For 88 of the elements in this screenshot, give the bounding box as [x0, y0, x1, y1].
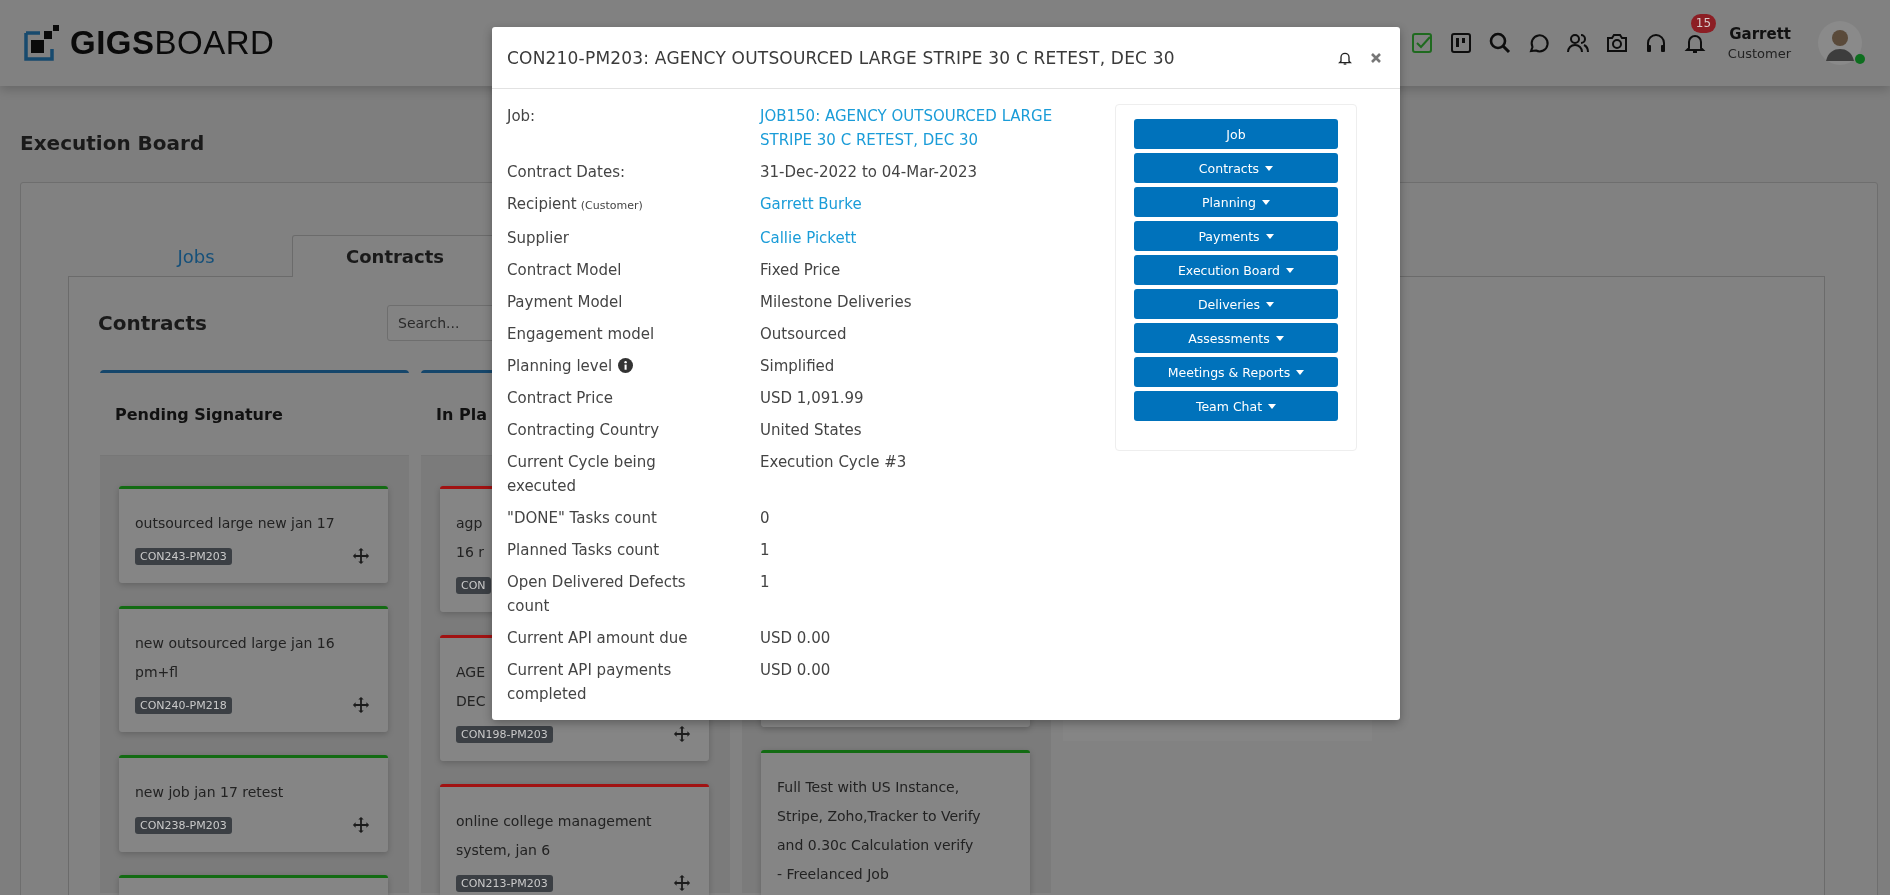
detail-value: USD 1,091.99 — [760, 388, 865, 409]
contract-card[interactable]: new outsourced large jan 16 pm+fl CON240-PM218 — [119, 606, 388, 732]
detail-value: USD 0.00 — [760, 628, 832, 649]
detail-label: Current API payments completed — [507, 661, 672, 703]
move-icon[interactable] — [352, 816, 370, 834]
notification-count: 15 — [1690, 14, 1717, 33]
detail-link[interactable]: Callie Pickett — [760, 226, 1072, 250]
detail-label: Supplier — [507, 229, 569, 247]
move-icon[interactable] — [352, 696, 370, 714]
move-icon[interactable] — [673, 874, 691, 892]
detail-label: Current Cycle being executed — [507, 453, 656, 495]
detail-label: "DONE" Tasks count — [507, 509, 657, 527]
caret-icon — [1266, 301, 1275, 307]
info-icon[interactable] — [618, 358, 634, 373]
detail-label: Recipient — [507, 195, 577, 213]
avatar[interactable] — [1818, 21, 1862, 65]
card-title: new outsourced large jan 16 pm+fl — [135, 634, 335, 682]
contract-code: CON238-PM203 — [135, 816, 232, 834]
contract-card[interactable]: online college management system, jan 6 CON213-PM203 — [440, 784, 709, 895]
caret-icon — [1286, 267, 1295, 273]
detail-label: Planned Tasks count — [507, 541, 660, 559]
card-title: outsourced large new jan 17 — [135, 514, 335, 533]
action-button[interactable]: Job — [1134, 119, 1338, 149]
action-button[interactable]: Meetings & Reports — [1134, 357, 1338, 387]
contract-code: CON213-PM203 — [456, 874, 553, 892]
detail-value: 0 — [760, 508, 771, 529]
contract-card[interactable]: outsourced large new jan 17 CON243-PM203 — [119, 486, 388, 583]
detail-label: Open Delivered Defects count — [507, 573, 686, 615]
user-name: Garrett — [1729, 25, 1791, 43]
card-title: online college management system, jan 6 — [456, 812, 652, 860]
detail-value: Simplified — [760, 356, 836, 377]
caret-icon — [1265, 165, 1274, 171]
card-title: Full Test with US Instance, Stripe, Zoho,Tracker to Verify and 0.30c Calculation verify - Freelanced Job — [777, 778, 981, 884]
contract-code: CON240-PM218 — [135, 696, 232, 714]
contract-code: CON — [456, 576, 491, 594]
close-icon[interactable] — [1370, 51, 1382, 64]
contract-card[interactable]: new job jan 17 retest CON238-PM203 — [119, 755, 388, 852]
move-icon[interactable] — [352, 547, 370, 565]
caret-icon — [1275, 335, 1284, 341]
section-title: Contracts — [98, 311, 208, 335]
detail-value: USD 0.00 — [760, 660, 832, 681]
action-button[interactable]: Team Chat — [1134, 391, 1338, 421]
users-icon[interactable] — [1565, 31, 1590, 55]
logo-icon — [22, 23, 62, 63]
column-title: In Pla — [436, 404, 487, 424]
detail-value: 1 — [760, 540, 771, 561]
label-note: (Customer) — [580, 199, 643, 212]
action-button[interactable]: Deliveries — [1134, 289, 1338, 319]
user-role: Customer — [1727, 46, 1791, 61]
detail-value: Fixed Price — [760, 260, 842, 281]
detail-label: Contract Model — [507, 261, 622, 279]
detail-label: Planning level — [507, 357, 613, 375]
dialog-title: CON210-PM203: AGENCY OUTSOURCED LARGE STRIPE 30 C RETEST, DEC 30 — [507, 47, 1175, 68]
caret-icon — [1261, 199, 1270, 205]
detail-value: Outsourced — [760, 324, 848, 345]
action-button[interactable]: Execution Board — [1134, 255, 1338, 285]
detail-label: Contracting Country — [507, 421, 660, 439]
caret-icon — [1268, 403, 1277, 409]
detail-value: 31-Dec-2022 to 04-Mar-2023 — [760, 162, 979, 183]
action-button[interactable]: Assessments — [1134, 323, 1338, 353]
contract-card[interactable]: Full Test with US Instance, Stripe, Zoho,Tracker to Verify and 0.30c Calculation verify - Freelanced Job — [761, 750, 1030, 895]
detail-value: Execution Cycle #3 — [760, 452, 908, 473]
logo-wordmark: GIGSBOARD — [70, 24, 275, 62]
kanban-icon[interactable] — [1448, 31, 1473, 55]
detail-label: Contract Price — [507, 389, 613, 407]
detail-value: Milestone Deliveries — [760, 292, 913, 313]
detail-label: Contract Dates: — [507, 163, 625, 181]
checkbox-icon[interactable] — [1409, 31, 1434, 55]
card-title: new job jan 17 retest — [135, 783, 284, 802]
caret-icon — [1296, 369, 1305, 375]
detail-link[interactable]: JOB150: AGENCY OUTSOURCED LARGE STRIPE 30 C RETEST, DEC 30 — [760, 104, 1072, 152]
card-title: agp 16 r — [456, 514, 485, 562]
action-button[interactable]: Contracts — [1134, 153, 1338, 183]
camera-icon[interactable] — [1604, 31, 1629, 55]
action-button[interactable]: Payments — [1134, 221, 1338, 251]
contract-code: CON243-PM203 — [135, 547, 232, 565]
caret-icon — [1265, 233, 1274, 239]
column-title: Pending Signature — [115, 404, 283, 424]
action-button[interactable]: Planning — [1134, 187, 1338, 217]
card-title: AGE DEC — [456, 663, 486, 711]
move-icon[interactable] — [673, 725, 691, 743]
search-icon[interactable] — [1487, 31, 1512, 55]
detail-label: Job: — [507, 107, 536, 125]
detail-link[interactable]: Garrett Burke — [760, 192, 1072, 216]
detail-value: 1 — [760, 572, 771, 593]
detail-value: United States — [760, 420, 863, 441]
page-title: Execution Board — [20, 130, 205, 156]
contract-code: CON198-PM203 — [456, 725, 553, 743]
